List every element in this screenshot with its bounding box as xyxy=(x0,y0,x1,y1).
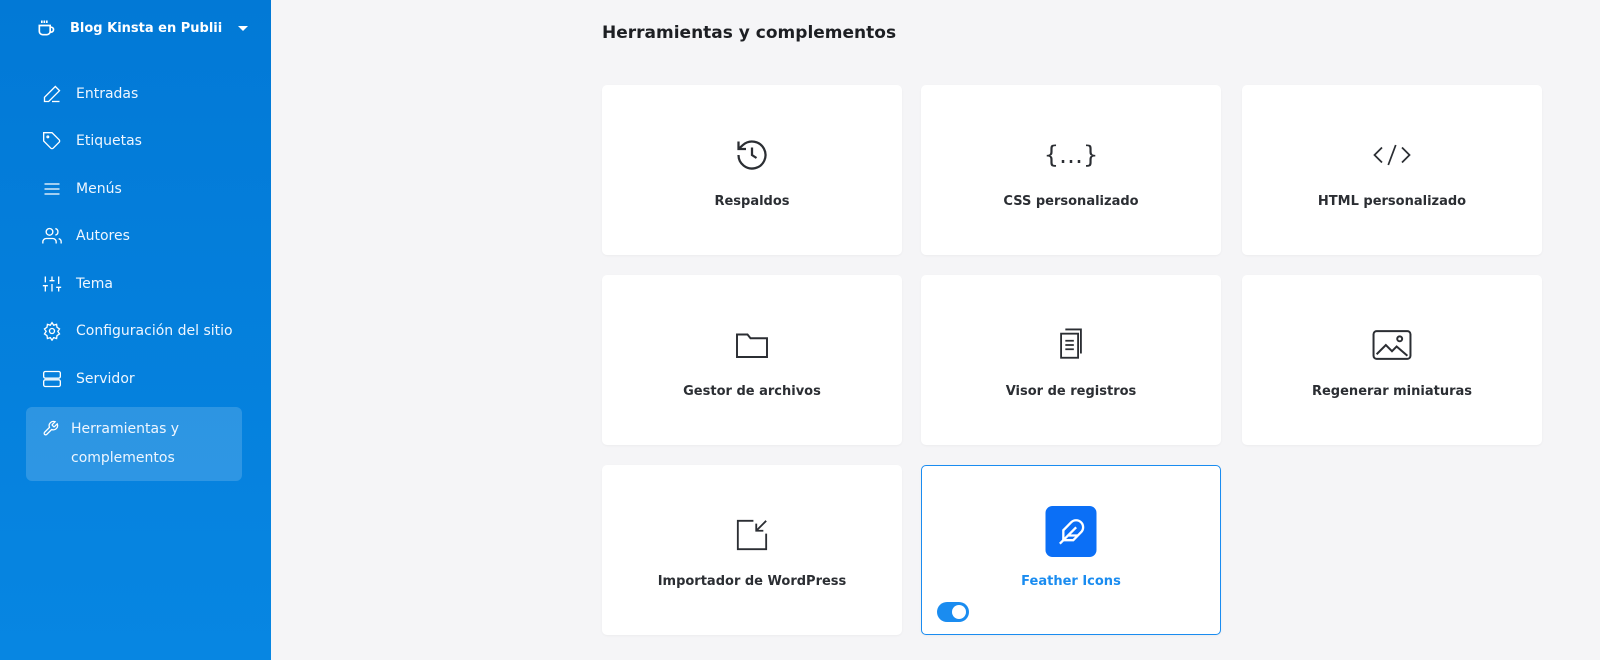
coffee-cup-icon xyxy=(38,20,55,36)
sidebar-item-entradas[interactable]: Entradas xyxy=(26,70,242,118)
tool-card-miniaturas[interactable]: Regenerar miniaturas xyxy=(1242,275,1542,445)
document-icon xyxy=(1051,325,1091,365)
site-name: Blog Kinsta en Publii xyxy=(70,20,223,36)
sidebar-item-menus[interactable]: Menús xyxy=(26,165,242,213)
sidebar-item-servidor[interactable]: Servidor xyxy=(26,355,242,403)
tool-card-feather-icons[interactable]: Feather Icons xyxy=(921,465,1221,635)
card-label: Regenerar miniaturas xyxy=(1311,384,1473,399)
server-icon xyxy=(43,370,61,387)
sidebar-item-label: Herramientas y complementos xyxy=(71,420,180,466)
sidebar: Blog Kinsta en Publii Entradas Etiquetas… xyxy=(0,0,271,660)
feather-icon xyxy=(1045,506,1097,557)
sidebar-item-configuracion[interactable]: Configuración del sitio xyxy=(26,308,242,356)
braces-icon: {…} xyxy=(1043,141,1099,169)
sidebar-item-autores[interactable]: Autores xyxy=(26,213,242,261)
sidebar-item-label: Configuración del sitio xyxy=(76,323,233,340)
import-icon xyxy=(732,515,772,555)
chevron-down-icon xyxy=(238,25,249,31)
site-switcher[interactable]: Blog Kinsta en Publii xyxy=(36,18,249,38)
card-label: Feather Icons xyxy=(1021,574,1121,589)
card-label: Respaldos xyxy=(714,194,790,209)
tool-card-css[interactable]: {…} CSS personalizado xyxy=(921,85,1221,255)
tool-card-registros[interactable]: Visor de registros xyxy=(921,275,1221,445)
image-icon xyxy=(1372,325,1412,365)
pen-icon xyxy=(43,85,61,102)
history-icon xyxy=(732,135,772,175)
tool-card-html[interactable]: HTML personalizado xyxy=(1242,85,1542,255)
sidebar-item-etiquetas[interactable]: Etiquetas xyxy=(26,118,242,166)
sidebar-item-label: Menús xyxy=(76,180,122,197)
sidebar-item-label: Tema xyxy=(76,275,114,292)
users-icon xyxy=(42,228,62,244)
sidebar-item-tema[interactable]: Tema xyxy=(26,260,242,308)
sidebar-item-herramientas[interactable]: Herramientas y complementos xyxy=(26,406,242,481)
folder-icon xyxy=(732,325,772,365)
gear-icon xyxy=(43,321,61,342)
card-label: Gestor de archivos xyxy=(683,384,821,399)
tag-icon xyxy=(43,132,61,150)
sliders-icon xyxy=(42,276,62,292)
tool-card-archivos[interactable]: Gestor de archivos xyxy=(602,275,902,445)
sidebar-item-label: Servidor xyxy=(76,370,135,387)
card-label: Importador de WordPress xyxy=(657,574,847,589)
tool-card-respaldos[interactable]: Respaldos xyxy=(602,85,902,255)
plugin-enabled-toggle[interactable] xyxy=(937,602,969,622)
menu-icon xyxy=(44,183,60,195)
sidebar-item-label: Autores xyxy=(76,228,130,245)
wrench-icon xyxy=(43,420,59,435)
sidebar-item-label: Etiquetas xyxy=(76,133,142,150)
code-icon xyxy=(1372,135,1412,175)
card-label: Visor de registros xyxy=(1005,384,1137,399)
tool-card-importador[interactable]: Importador de WordPress xyxy=(602,465,902,635)
card-label: HTML personalizado xyxy=(1317,194,1467,209)
sidebar-nav: Entradas Etiquetas Menús Autores Tema Co… xyxy=(26,70,242,481)
page-title: Herramientas y complementos xyxy=(602,23,897,43)
card-label: CSS personalizado xyxy=(1003,194,1139,209)
sidebar-item-label: Entradas xyxy=(76,85,139,102)
